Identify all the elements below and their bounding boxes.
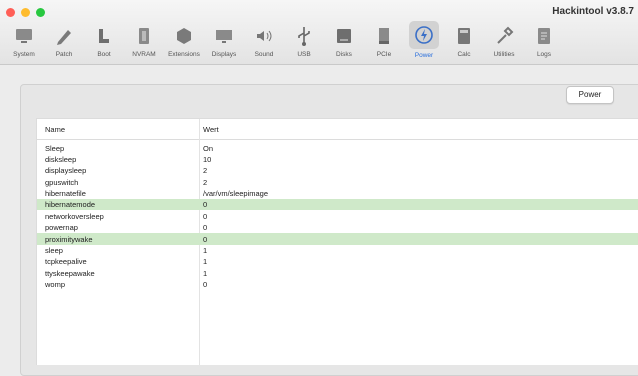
window-title: Hackintool v3.8.7 (552, 6, 634, 17)
setting-value: 10 (203, 154, 212, 164)
setting-value: 2 (203, 166, 208, 176)
table-row[interactable]: disksleep 10 (37, 153, 638, 164)
table-row[interactable]: displaysleep 2 (37, 165, 638, 176)
pencil-icon (52, 24, 76, 48)
setting-value: 0 (203, 211, 208, 221)
wrench-icon (492, 24, 516, 48)
setting-name: tcpkeepalive (45, 257, 87, 267)
tab-label: NVRAM (132, 51, 156, 58)
calculator-icon (452, 24, 476, 48)
display-icon (212, 24, 236, 48)
tab-label: System (13, 51, 35, 58)
tab-label: Logs (536, 51, 552, 58)
pcie-card-icon (372, 24, 396, 48)
boot-icon (92, 24, 116, 48)
toolbar: Hackintool v3.8.7 System Patch Boot NVRAM Ex… (0, 0, 638, 65)
table-row[interactable]: Sleep On (37, 142, 638, 153)
tab-label: PCIe (376, 51, 392, 58)
setting-name: disksleep (45, 154, 77, 164)
tab-utilities[interactable]: Utilities (484, 24, 524, 59)
setting-value: 0 (203, 234, 208, 244)
table-row[interactable]: womp 0 (37, 279, 638, 290)
table-row[interactable]: hibernatemode 0 (37, 198, 638, 211)
tab-pcie[interactable]: PCIe (364, 24, 404, 59)
power-button[interactable]: Power (566, 86, 614, 104)
table-row[interactable]: sleep 1 (37, 245, 638, 256)
tab-calc[interactable]: Calc (444, 24, 484, 59)
tab-disks[interactable]: Disks (324, 24, 364, 59)
setting-name: gpuswitch (45, 177, 79, 187)
tab-usb[interactable]: USB (284, 24, 324, 59)
tab-label: Extensions (168, 51, 200, 58)
setting-value: 1 (203, 246, 208, 256)
column-header-name[interactable]: Name (45, 125, 65, 134)
setting-name: proximitywake (45, 234, 93, 244)
table-row[interactable]: gpuswitch 2 (37, 176, 638, 187)
tab-label: Disks (336, 51, 352, 58)
speaker-icon (252, 24, 276, 48)
setting-value: 2 (203, 177, 208, 187)
setting-value: 1 (203, 257, 208, 267)
setting-value: On (203, 143, 214, 153)
setting-value: 0 (203, 200, 208, 210)
tab-label: Displays (211, 51, 237, 58)
power-icon (409, 21, 439, 49)
tab-extensions[interactable]: Extensions (164, 24, 204, 59)
tab-label: Boot (97, 51, 111, 58)
close-button[interactable] (6, 8, 15, 17)
setting-name: womp (45, 280, 66, 290)
tab-sound[interactable]: Sound (244, 24, 284, 59)
setting-name: hibernatefile (45, 189, 86, 199)
column-header-value[interactable]: Wert (203, 125, 219, 134)
usb-icon (292, 24, 316, 48)
tab-logs[interactable]: Logs (524, 24, 564, 59)
setting-name: powernap (45, 223, 78, 233)
monitor-icon (12, 24, 36, 48)
table-row[interactable]: networkoversleep 0 (37, 210, 638, 221)
setting-name: Sleep (45, 143, 65, 153)
table-row[interactable]: ttyskeepawake 1 (37, 267, 638, 278)
setting-name: networkoversleep (45, 211, 104, 221)
tab-label: Patch (55, 51, 73, 58)
setting-name: sleep (45, 246, 63, 256)
tab-boot[interactable]: Boot (84, 24, 124, 59)
tab-patch[interactable]: Patch (44, 24, 84, 59)
tab-system[interactable]: System (4, 24, 44, 59)
tab-label: Power (414, 52, 434, 59)
setting-value: 0 (203, 223, 208, 233)
setting-name: displaysleep (45, 166, 87, 176)
extensions-cube-icon (172, 24, 196, 48)
table-body: Sleep On disksleep 10 displaysleep 2 gpuswitch… (37, 142, 638, 290)
setting-value: 0 (203, 280, 208, 290)
tab-power[interactable]: Power (404, 21, 444, 59)
disk-icon (332, 24, 356, 48)
power-settings-table: Name Wert Sleep On disksleep 10 displaysleep… (36, 118, 638, 365)
minimize-button[interactable] (21, 8, 30, 17)
tab-label: Calc (457, 51, 471, 58)
tab-nvram[interactable]: NVRAM (124, 24, 164, 59)
nvram-chip-icon (132, 24, 156, 48)
tab-label: Utilities (493, 51, 515, 58)
tab-displays[interactable]: Displays (204, 24, 244, 59)
table-row[interactable]: tcpkeepalive 1 (37, 256, 638, 267)
setting-value: /var/vm/sleepimage (203, 189, 269, 199)
tab-label: Sound (254, 51, 274, 58)
setting-name: ttyskeepawake (45, 268, 95, 278)
toolbar-tabs: System Patch Boot NVRAM Extensions Displays So… (4, 21, 564, 59)
log-icon (532, 24, 556, 48)
setting-value: 1 (203, 268, 208, 278)
zoom-button[interactable] (36, 8, 45, 17)
table-row[interactable]: hibernatefile/var/vm/sleepimage (37, 188, 638, 199)
tab-label: USB (297, 51, 311, 58)
window-controls (6, 8, 45, 17)
table-header: Name Wert (37, 119, 638, 140)
table-row[interactable]: powernap 0 (37, 222, 638, 233)
setting-name: hibernatemode (45, 200, 96, 210)
table-row[interactable]: proximitywake 0 (37, 233, 638, 245)
